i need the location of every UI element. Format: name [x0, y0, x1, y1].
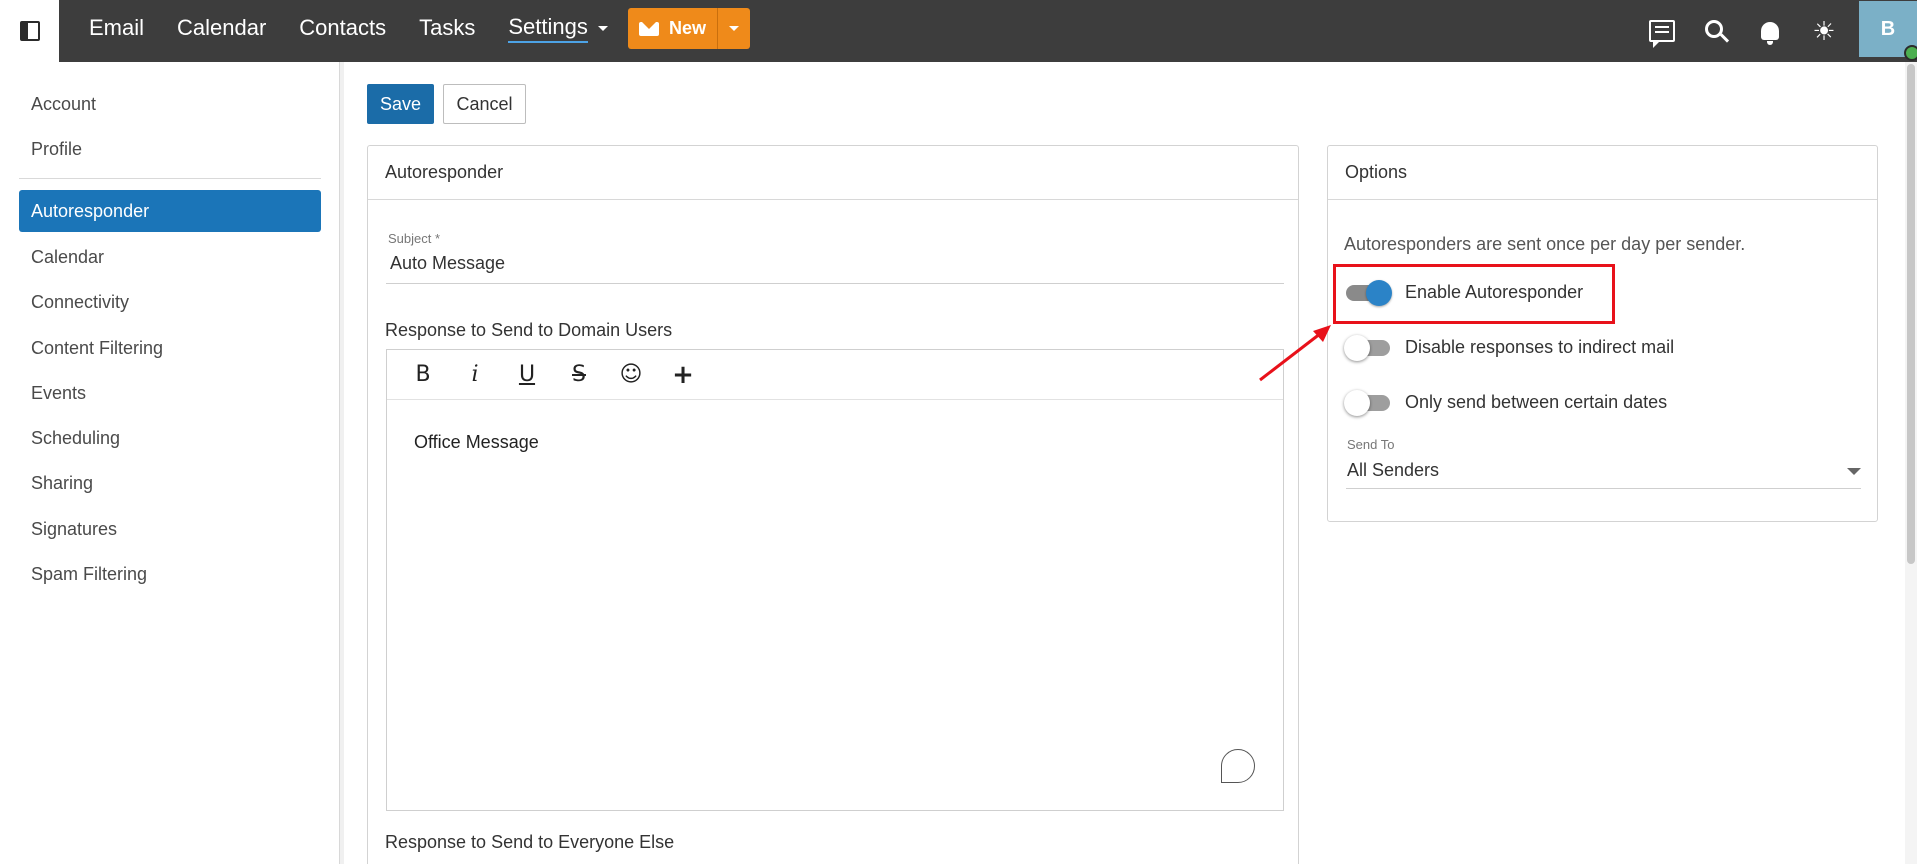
sidebar-item-calendar[interactable]: Calendar — [19, 236, 321, 278]
subject-underline — [386, 283, 1284, 284]
certain-dates-toggle[interactable] — [1344, 389, 1392, 416]
sidebar-divider — [19, 178, 321, 179]
sidebar-item-sharing[interactable]: Sharing — [19, 462, 321, 504]
options-note: Autoresponders are sent once per day per… — [1344, 234, 1746, 254]
domain-users-label: Response to Send to Domain Users — [385, 320, 673, 340]
notifications-button[interactable] — [1743, 0, 1797, 62]
sidebar-item-content-filtering[interactable]: Content Filtering — [19, 327, 321, 369]
certain-dates-label: Only send between certain dates — [1405, 391, 1668, 412]
presence-indicator — [1904, 45, 1917, 61]
sun-icon: ☀ — [1812, 16, 1836, 46]
cancel-button[interactable]: Cancel — [443, 84, 526, 124]
save-button[interactable]: Save — [367, 84, 434, 124]
nav-email[interactable]: Email — [89, 15, 144, 41]
top-icons: ☀ B — [1635, 0, 1917, 62]
options-card: Options Autoresponders are sent once per… — [1327, 145, 1878, 522]
sidebar-item-events[interactable]: Events — [19, 372, 321, 414]
top-bar: Email Calendar Contacts Tasks Settings N… — [0, 0, 1917, 62]
chevron-down-icon — [729, 26, 739, 31]
more-options-button[interactable]: + — [657, 357, 709, 393]
annotation-arrow-icon — [1259, 325, 1331, 382]
page-scrollbar[interactable] — [1905, 62, 1917, 864]
theme-toggle-button[interactable]: ☀ — [1797, 0, 1851, 62]
comment-bubble-icon[interactable] — [1221, 749, 1255, 783]
sidebar-item-autoresponder[interactable]: Autoresponder — [19, 190, 321, 232]
bell-icon — [1761, 22, 1779, 45]
envelope-icon — [638, 21, 659, 36]
sidebar-item-account[interactable]: Account — [19, 83, 321, 125]
new-dropdown-button[interactable] — [717, 8, 750, 49]
sidebar-toggle-icon — [19, 21, 40, 41]
sidebar-item-connectivity[interactable]: Connectivity — [19, 281, 321, 323]
chevron-down-icon — [597, 25, 608, 31]
highlight-box — [1333, 264, 1615, 324]
autoresponder-card: Autoresponder Subject * Auto Message Res… — [367, 145, 1299, 864]
toggle-knob — [1344, 335, 1370, 361]
settings-sidebar: Account Profile Autoresponder Calendar C… — [0, 62, 344, 864]
nav-settings[interactable]: Settings — [508, 14, 608, 43]
send-to-underline — [1346, 488, 1861, 489]
nav-contacts[interactable]: Contacts — [299, 15, 386, 41]
autoresponder-card-title: Autoresponder — [368, 146, 1298, 200]
avatar-initial: B — [1880, 17, 1896, 40]
search-button[interactable] — [1689, 0, 1743, 62]
avatar[interactable]: B — [1859, 1, 1917, 61]
search-icon — [1705, 20, 1723, 38]
scrollbar-thumb[interactable] — [1907, 64, 1915, 564]
options-card-title: Options — [1328, 146, 1877, 200]
italic-button[interactable]: i — [449, 357, 501, 393]
chat-icon — [1649, 20, 1675, 48]
sidebar-item-signatures[interactable]: Signatures — [19, 508, 321, 550]
subject-label: Subject * — [388, 231, 441, 246]
toggle-row-certain-dates: Only send between certain dates — [1344, 387, 1667, 417]
main-nav: Email Calendar Contacts Tasks Settings — [89, 0, 641, 56]
new-button[interactable]: New — [628, 8, 717, 49]
chat-button[interactable] — [1635, 0, 1689, 62]
new-button-label: New — [668, 18, 706, 38]
sidebar-item-spam-filtering[interactable]: Spam Filtering — [19, 553, 321, 595]
emoji-button[interactable]: ☺ — [605, 357, 657, 393]
toggle-row-disable-indirect: Disable responses to indirect mail — [1344, 332, 1674, 362]
new-button-group: New — [628, 8, 750, 49]
send-to-label: Send To — [1347, 437, 1395, 452]
underline-button[interactable]: U — [501, 357, 553, 393]
sidebar-item-profile[interactable]: Profile — [19, 128, 321, 170]
disable-indirect-mail-label: Disable responses to indirect mail — [1405, 336, 1675, 357]
chevron-down-icon[interactable] — [1847, 468, 1861, 475]
strikethrough-button[interactable]: S — [553, 357, 605, 393]
sidebar-item-scheduling[interactable]: Scheduling — [19, 417, 321, 459]
domain-users-editor: B i U S ☺ + Office Message — [386, 349, 1284, 811]
send-to-select[interactable]: All Senders — [1347, 460, 1439, 481]
bold-button[interactable]: B — [397, 357, 449, 393]
subject-input[interactable]: Auto Message — [390, 253, 505, 274]
toggle-knob — [1344, 390, 1370, 416]
nav-tasks[interactable]: Tasks — [419, 15, 475, 41]
domain-users-editor-body[interactable]: Office Message — [414, 432, 539, 453]
nav-calendar[interactable]: Calendar — [177, 15, 266, 41]
editor-toolbar: B i U S ☺ + — [387, 350, 1283, 400]
sidebar-toggle-button[interactable] — [0, 0, 59, 62]
nav-settings-label: Settings — [508, 14, 588, 43]
disable-indirect-mail-toggle[interactable] — [1344, 334, 1392, 361]
everyone-else-label: Response to Send to Everyone Else — [385, 832, 675, 852]
